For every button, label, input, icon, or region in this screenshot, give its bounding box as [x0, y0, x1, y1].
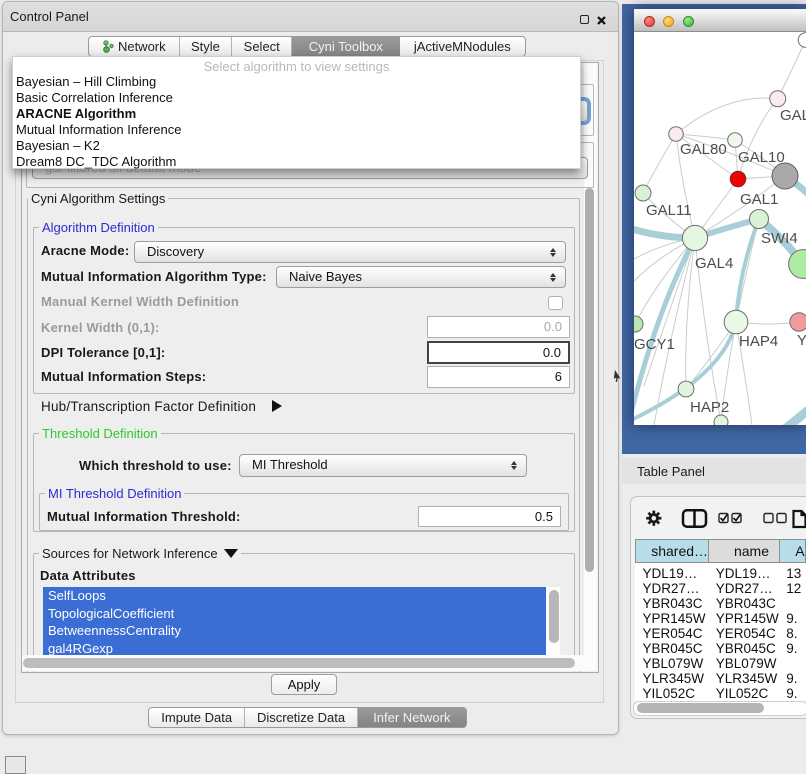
- svg-text:GAL7: GAL7: [780, 107, 806, 124]
- svg-text:GAL80: GAL80: [680, 141, 727, 158]
- svg-text:HAP4: HAP4: [739, 333, 778, 350]
- svg-text:GAL10: GAL10: [738, 149, 785, 166]
- svg-text:SWI4: SWI4: [761, 230, 798, 247]
- svg-text:GAL1: GAL1: [740, 191, 778, 208]
- svg-text:Y: Y: [797, 332, 806, 349]
- svg-text:GAL4: GAL4: [695, 255, 733, 272]
- svg-text:HAP2: HAP2: [690, 399, 729, 416]
- svg-text:GCY1: GCY1: [634, 336, 675, 353]
- svg-text:GAL11: GAL11: [646, 202, 692, 219]
